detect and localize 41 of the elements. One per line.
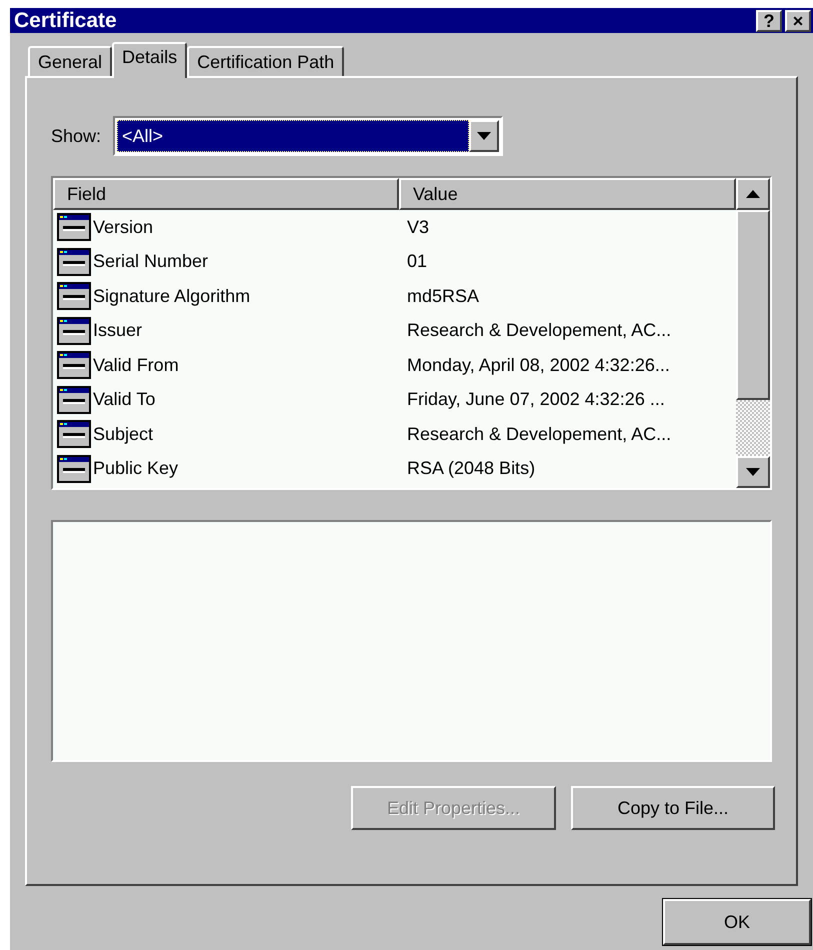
field-icon bbox=[57, 351, 91, 380]
table-cell-text: Serial Number bbox=[93, 250, 208, 274]
table-cell-text: Friday, June 07, 2002 4:32:26 ... bbox=[406, 388, 665, 412]
table-cell-text: Research & Developement, AC... bbox=[406, 319, 672, 342]
tab[interactable]: General bbox=[28, 46, 112, 76]
caret-icon bbox=[477, 132, 492, 140]
column-header[interactable]: Field bbox=[53, 178, 399, 210]
table-cell-text: Subject bbox=[93, 422, 154, 446]
field-icon bbox=[57, 213, 91, 242]
show-dropdown[interactable]: <All> bbox=[113, 116, 504, 156]
field-icon bbox=[57, 248, 91, 276]
window-title: Certificate bbox=[14, 10, 117, 31]
tab[interactable]: Details bbox=[112, 42, 188, 78]
table-cell-text: Version bbox=[93, 216, 154, 239]
table-cell-text: V3 bbox=[406, 216, 430, 239]
table-cell-text: RSA (2048 Bits) bbox=[406, 457, 536, 480]
tab[interactable]: Certification Path bbox=[187, 46, 344, 76]
table-cell-text: Public Key bbox=[93, 457, 178, 480]
dropdown-button[interactable] bbox=[469, 120, 500, 152]
scroll-up-icon bbox=[746, 190, 760, 198]
column-header[interactable]: Value bbox=[399, 178, 736, 210]
table-cell-text: Signature Algorithm bbox=[93, 284, 250, 308]
table-cell-text: Issuer bbox=[93, 319, 142, 342]
scroll-down-icon bbox=[746, 468, 760, 476]
field-icon bbox=[57, 454, 91, 483]
table-cell-text: Monday, April 08, 2002 4:32:26... bbox=[406, 354, 670, 377]
field-icon bbox=[57, 282, 91, 310]
field-icon bbox=[57, 316, 91, 345]
ok-button[interactable]: OK bbox=[663, 899, 811, 945]
copy-to-file-button[interactable]: Copy to File... bbox=[571, 786, 775, 830]
show-label: Show: bbox=[51, 124, 102, 148]
table-cell-text: Research & Developement, AC... bbox=[406, 422, 672, 446]
table-cell-text: md5RSA bbox=[406, 284, 480, 308]
table-cell-text: Valid To bbox=[93, 388, 156, 412]
field-icon bbox=[57, 420, 91, 448]
field-icon bbox=[57, 386, 91, 414]
close-button[interactable]: × bbox=[785, 10, 811, 32]
scrollbar-thumb[interactable] bbox=[736, 210, 770, 400]
table-cell-text: 01 bbox=[406, 250, 428, 274]
table-cell-text: Valid From bbox=[93, 354, 179, 377]
help-button[interactable]: ? bbox=[756, 10, 782, 32]
